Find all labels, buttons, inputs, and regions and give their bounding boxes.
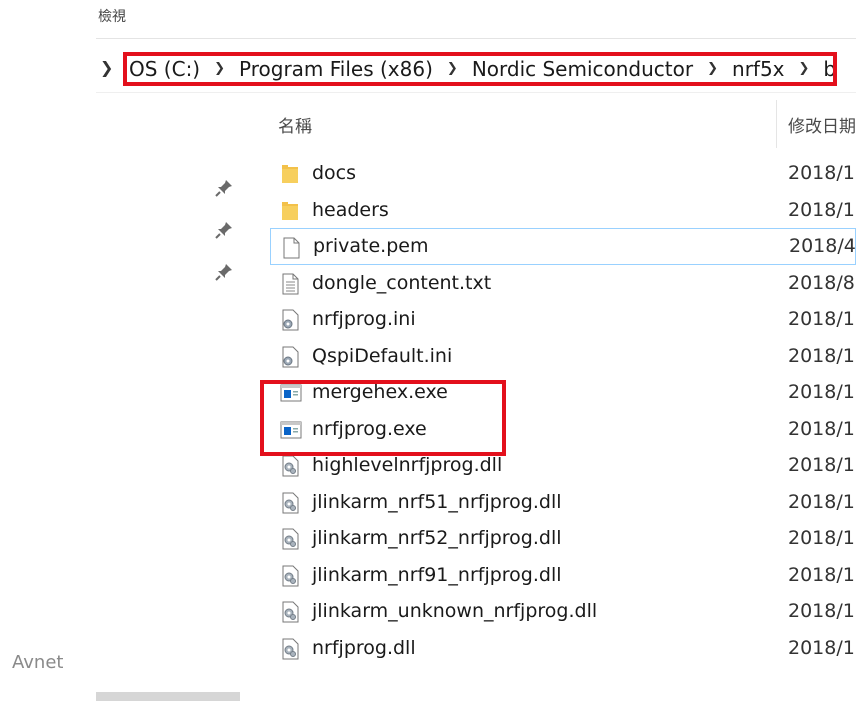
file-date: 2018/1 [788,600,855,623]
chevron-right-icon[interactable]: ❯ [799,61,810,76]
file-name: dongle_content.txt [312,271,492,294]
address-bar[interactable]: OS (C:) ❯ Program Files (x86) ❯ Nordic S… [123,52,837,86]
file-row[interactable]: nrfjprog.dll 2018/1 [270,630,856,667]
folder-icon [280,200,300,222]
chevron-right-icon[interactable]: ❯ [707,61,718,76]
pin-icon[interactable] [214,220,234,240]
crumb-program-files[interactable]: Program Files (x86) [239,57,433,81]
pin-icon[interactable] [214,178,234,198]
file-name: QspiDefault.ini [312,344,453,367]
file-name: docs [312,162,357,185]
address-divider [96,92,856,93]
file-date: 2018/4 [789,235,856,258]
column-date-header[interactable]: 修改日期 [788,112,856,137]
file-date: 2018/1 [788,636,855,659]
file-row[interactable]: jlinkarm_nrf91_nrfjprog.dll 2018/1 [270,557,856,594]
dll-file-icon [280,601,300,623]
file-date: 2018/8 [788,271,855,294]
avnet-watermark: Avnet [12,652,64,673]
file-date: 2018/1 [788,527,855,550]
file-row[interactable]: docs 2018/1 [270,155,856,192]
file-row[interactable]: jlinkarm_nrf51_nrfjprog.dll 2018/1 [270,484,856,521]
dll-file-icon [280,455,300,477]
file-row[interactable]: private.pem 2018/4 [270,228,856,265]
file-name: nrfjprog.dll [312,636,416,659]
file-file-icon [281,237,301,259]
ribbon-divider [96,38,856,39]
dll-file-icon [280,565,300,587]
file-date: 2018/1 [788,308,855,331]
file-row[interactable]: dongle_content.txt 2018/8 [270,265,856,302]
text-file-icon [280,273,300,295]
column-divider[interactable] [776,100,777,148]
file-row[interactable]: nrfjprog.ini 2018/1 [270,301,856,338]
file-date: 2018/1 [788,198,855,221]
column-header: 名稱 修改日期 [260,96,856,148]
file-row[interactable]: jlinkarm_nrf52_nrfjprog.dll 2018/1 [270,520,856,557]
chevron-right-icon[interactable]: ❯ [447,61,458,76]
file-date: 2018/1 [788,344,855,367]
chevron-right-icon[interactable]: ❯ [214,61,225,76]
highlight-box [260,380,506,456]
dll-file-icon [280,638,300,660]
file-name: private.pem [313,235,429,258]
file-name: jlinkarm_unknown_nrfjprog.dll [312,600,598,623]
watermark-clip [96,648,100,678]
column-name-header[interactable]: 名稱 [278,112,312,137]
file-row[interactable]: QspiDefault.ini 2018/1 [270,338,856,375]
ini-file-icon [280,309,300,331]
file-row[interactable]: jlinkarm_unknown_nrfjprog.dll 2018/1 [270,593,856,630]
file-date: 2018/1 [788,162,855,185]
file-date: 2018/1 [788,381,855,404]
file-name: jlinkarm_nrf52_nrfjprog.dll [312,527,562,550]
nav-scrollbar[interactable] [96,692,240,701]
crumb-nordic[interactable]: Nordic Semiconductor [472,57,693,81]
ini-file-icon [280,346,300,368]
ribbon-view-label[interactable]: 檢視 [98,6,126,26]
file-date: 2018/1 [788,490,855,513]
file-row[interactable]: headers 2018/1 [270,192,856,229]
dll-file-icon [280,528,300,550]
dll-file-icon [280,492,300,514]
file-date: 2018/1 [788,417,855,440]
folder-icon [280,163,300,185]
file-name: headers [312,198,389,221]
file-name: highlevelnrfjprog.dll [312,454,503,477]
address-back-chevron-icon[interactable]: ❯ [100,58,113,77]
pin-icon[interactable] [214,262,234,282]
file-date: 2018/1 [788,563,855,586]
crumb-bin[interactable]: bin [823,57,833,81]
file-name: jlinkarm_nrf51_nrfjprog.dll [312,490,562,513]
crumb-nrf5x[interactable]: nrf5x [732,57,785,81]
file-name: jlinkarm_nrf91_nrfjprog.dll [312,563,562,586]
crumb-os-c[interactable]: OS (C:) [129,57,200,81]
file-date: 2018/1 [788,454,855,477]
file-name: nrfjprog.ini [312,308,416,331]
